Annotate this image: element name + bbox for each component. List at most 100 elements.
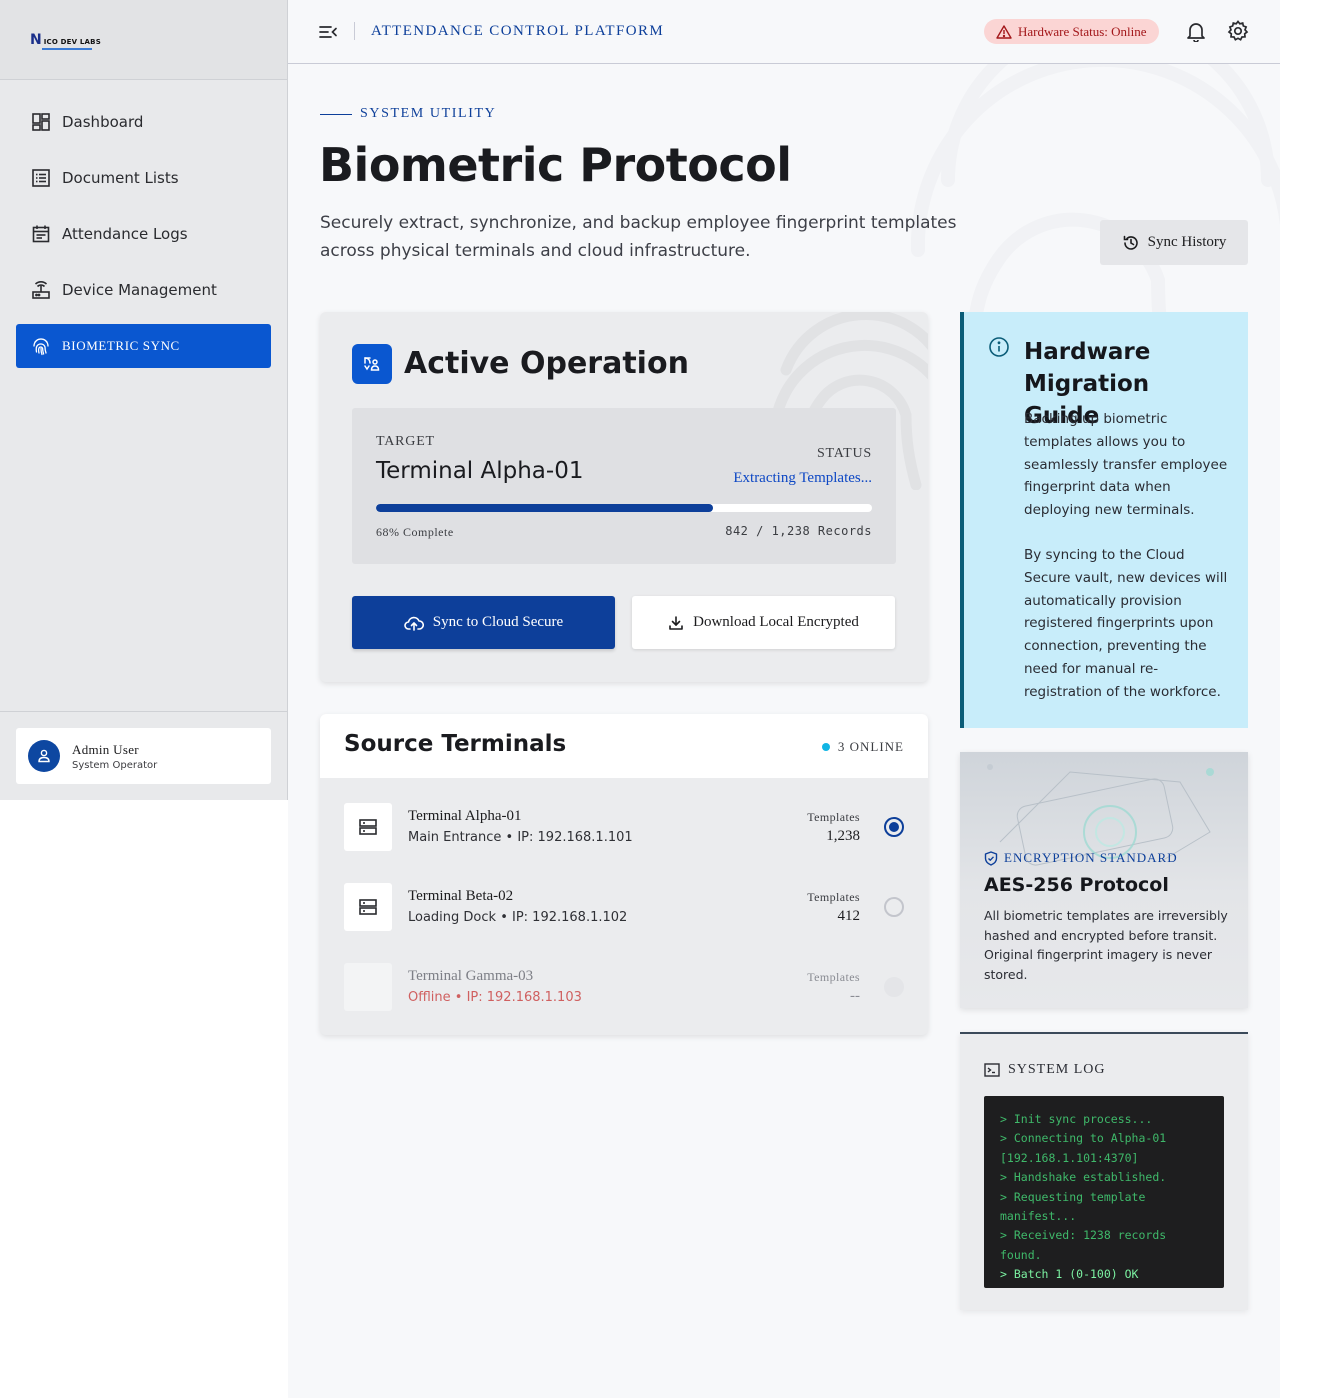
user-text: Admin User System Operator bbox=[72, 742, 157, 771]
warning-icon bbox=[996, 24, 1012, 39]
sidebar-item-label: Biometric Sync bbox=[62, 338, 180, 353]
hardware-status-text: Hardware Status: Online bbox=[1018, 23, 1147, 39]
terminal-row-beta[interactable]: Terminal Beta-02 Loading Dock • IP: 192.… bbox=[344, 883, 904, 931]
encryption-standard-card: ENCRYPTION STANDARD AES-256 Protocol All… bbox=[960, 752, 1248, 1008]
topbar-divider bbox=[354, 22, 355, 40]
terminal-select-radio[interactable] bbox=[884, 817, 904, 837]
brand-logo[interactable]: N ICO DEV LABS bbox=[30, 32, 101, 50]
hardware-migration-guide: Hardware Migration Guide Backing up biom… bbox=[960, 312, 1248, 728]
avatar bbox=[28, 740, 60, 772]
sync-operation-icon bbox=[352, 344, 392, 384]
templates-count: -- bbox=[850, 988, 860, 1004]
encryption-title: AES-256 Protocol bbox=[984, 874, 1169, 896]
download-local-label: Download Local Encrypted bbox=[693, 614, 859, 630]
user-icon bbox=[38, 749, 50, 763]
eyebrow-line bbox=[320, 113, 352, 115]
target-label: TARGET bbox=[376, 434, 435, 449]
system-log-header: SYSTEM LOG bbox=[984, 1062, 1106, 1078]
router-icon bbox=[32, 281, 50, 299]
sync-to-cloud-button[interactable]: Sync to Cloud Secure bbox=[352, 596, 615, 649]
user-role: System Operator bbox=[72, 759, 158, 771]
sidebar-item-label: Device Management bbox=[62, 281, 217, 299]
hardware-status-badge[interactable]: Hardware Status: Online bbox=[984, 19, 1159, 44]
sync-history-button[interactable]: Sync History bbox=[1100, 220, 1248, 265]
user-name: Admin User bbox=[72, 741, 139, 757]
log-line: > Handshake established. bbox=[1000, 1170, 1167, 1185]
templates-label: Templates bbox=[807, 970, 860, 984]
templates-label: Templates bbox=[807, 810, 860, 824]
target-value: Terminal Alpha-01 bbox=[376, 458, 584, 484]
system-log-panel: SYSTEM LOG > Init sync process... > Conn… bbox=[960, 1032, 1248, 1310]
terminal-name: Terminal Alpha-01 bbox=[408, 808, 522, 824]
templates-count: 412 bbox=[837, 908, 861, 924]
terminal-offline-placeholder bbox=[344, 963, 392, 1011]
user-area: Admin User System Operator bbox=[0, 711, 288, 800]
sidebar-item-device-management[interactable]: Device Management bbox=[16, 268, 271, 312]
platform-title: ATTENDANCE CONTROL PLATFORM bbox=[371, 23, 665, 39]
history-icon bbox=[1123, 235, 1138, 250]
sidebar-item-label: Attendance Logs bbox=[62, 225, 188, 243]
terminal-meta: Main Entrance • IP: 192.168.1.101 bbox=[408, 830, 633, 845]
logo-text: ICO DEV LABS bbox=[43, 37, 101, 46]
status-label: STATUS bbox=[816, 446, 872, 461]
section-eyebrow: SYSTEM UTILITY bbox=[320, 106, 496, 122]
online-status-dot bbox=[821, 743, 830, 751]
active-operation-title: Active Operation bbox=[404, 346, 689, 381]
sidebar: N ICO DEV LABS Dashboard Document Lists … bbox=[0, 0, 288, 800]
menu-collapse-icon[interactable] bbox=[318, 22, 338, 42]
system-log-console[interactable]: > Init sync process... > Connecting to A… bbox=[984, 1096, 1224, 1288]
logo-area: N ICO DEV LABS bbox=[0, 0, 287, 80]
sidebar-item-biometric-sync[interactable]: Biometric Sync bbox=[16, 324, 271, 368]
progress-bar bbox=[376, 504, 872, 512]
encryption-eyebrow-text: ENCRYPTION STANDARD bbox=[1004, 850, 1178, 865]
sidebar-item-document-lists[interactable]: Document Lists bbox=[16, 156, 271, 200]
log-line: > Batch 1 (0-100) OK bbox=[1000, 1267, 1139, 1282]
download-icon bbox=[669, 615, 683, 630]
sidebar-item-dashboard[interactable]: Dashboard bbox=[16, 100, 271, 144]
eyebrow-text: SYSTEM UTILITY bbox=[360, 106, 497, 121]
user-profile-card[interactable]: Admin User System Operator bbox=[16, 728, 271, 784]
terminal-meta: Offline • IP: 192.168.1.103 bbox=[408, 990, 582, 1005]
cloud-upload-icon bbox=[404, 616, 424, 631]
log-line: > Init sync process... bbox=[1000, 1112, 1153, 1126]
sidebar-item-attendance-logs[interactable]: Attendance Logs bbox=[16, 212, 271, 256]
log-line: > Connecting to Alpha-01 [192.168.1.101:… bbox=[1000, 1131, 1167, 1165]
terminal-select-radio[interactable] bbox=[884, 897, 904, 917]
main-content: ATTENDANCE CONTROL PLATFORM Hardware Sta… bbox=[288, 0, 1280, 1398]
terminal-row-gamma: Terminal Gamma-03 Offline • IP: 192.168.… bbox=[344, 963, 904, 1011]
encryption-eyebrow: ENCRYPTION STANDARD bbox=[984, 850, 1178, 866]
online-count-text: 3 ONLINE bbox=[837, 739, 904, 754]
terminal-name: Terminal Beta-02 bbox=[408, 888, 514, 904]
list-icon bbox=[32, 169, 50, 187]
source-terminals-header: Source Terminals 3 ONLINE bbox=[320, 714, 928, 778]
active-operation-card: Active Operation TARGET Terminal Alpha-0… bbox=[320, 312, 928, 682]
download-local-button[interactable]: Download Local Encrypted bbox=[632, 596, 895, 649]
info-icon bbox=[989, 337, 1009, 357]
logo-underline bbox=[42, 48, 92, 50]
operation-status-panel: TARGET Terminal Alpha-01 STATUS Extracti… bbox=[352, 408, 896, 564]
calendar-icon bbox=[32, 225, 50, 243]
dashboard-icon bbox=[32, 113, 50, 131]
source-terminals-title: Source Terminals bbox=[344, 731, 567, 757]
shield-check-icon bbox=[984, 850, 998, 866]
page-description: Securely extract, synchronize, and backu… bbox=[320, 213, 957, 261]
settings-gear-icon[interactable] bbox=[1227, 20, 1249, 42]
progress-bar-fill bbox=[376, 504, 714, 512]
terminal-server-icon bbox=[344, 803, 392, 851]
notification-bell-icon[interactable] bbox=[1185, 20, 1207, 42]
templates-count: 1,238 bbox=[826, 828, 860, 844]
status-value: Extracting Templates... bbox=[733, 470, 872, 486]
guide-paragraph-1: Backing up biometric templates allows yo… bbox=[1024, 411, 1228, 519]
logo-initial: N bbox=[30, 32, 42, 48]
source-terminals-card: Source Terminals 3 ONLINE Terminal Alpha… bbox=[320, 714, 928, 1035]
fingerprint-icon bbox=[33, 338, 49, 356]
terminal-row-alpha[interactable]: Terminal Alpha-01 Main Entrance • IP: 19… bbox=[344, 803, 904, 851]
sidebar-item-label: Document Lists bbox=[62, 169, 179, 187]
log-line: > Requesting template manifest... bbox=[1000, 1189, 1146, 1224]
page-title: Biometric Protocol bbox=[319, 138, 792, 192]
sidebar-item-label: Dashboard bbox=[62, 113, 144, 131]
top-bar: ATTENDANCE CONTROL PLATFORM Hardware Sta… bbox=[288, 0, 1280, 64]
templates-label: Templates bbox=[807, 890, 860, 904]
terminal-select-radio-disabled bbox=[884, 977, 904, 997]
terminal-server-icon bbox=[344, 883, 392, 931]
